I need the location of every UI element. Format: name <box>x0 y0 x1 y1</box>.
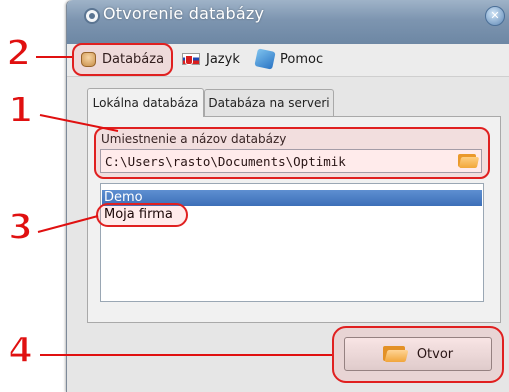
annotation-number-4: 4 <box>7 329 34 372</box>
annotation-line-3 <box>37 215 99 233</box>
annotation-lines <box>36 56 332 356</box>
annotation-number-3: 3 <box>7 206 34 249</box>
tab-local-database[interactable]: Lokálna databáza <box>87 88 204 117</box>
annotation-number-2: 2 <box>5 32 32 75</box>
annotation-line-1 <box>39 114 119 132</box>
annotation-number-1: 1 <box>7 89 34 132</box>
